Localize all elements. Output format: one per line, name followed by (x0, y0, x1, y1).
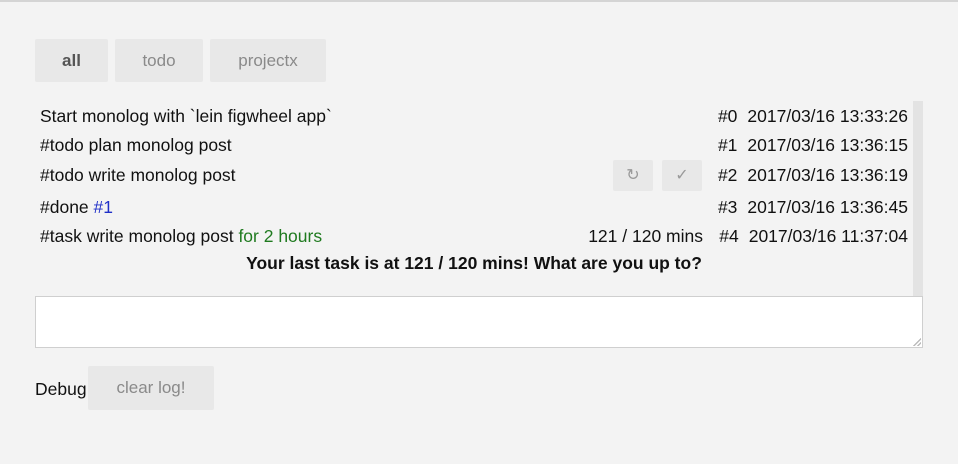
log-row: #todo plan monolog post #1 2017/03/16 13:… (40, 131, 908, 159)
log-row-index: #0 (717, 106, 738, 126)
task-warning: Your last task is at 121 / 120 mins! Wha… (246, 253, 702, 273)
entry-link[interactable]: #1 (94, 197, 113, 217)
log-row-meta: #4 2017/03/16 11:37:04 (719, 222, 908, 250)
debug-label: Debug (35, 379, 87, 399)
log-list: Start monolog with `lein figwheel app` #… (35, 101, 923, 297)
log-row: #todo write monolog post ↻ ✓ #2 2017/03/1… (40, 160, 908, 191)
log-row-timestamp: 2017/03/16 13:36:45 (747, 197, 908, 217)
log-row-text-prefix: #task write monolog post (40, 226, 239, 246)
log-row: #done #1 #3 2017/03/16 13:36:45 (40, 193, 908, 221)
log-row-meta: #2 2017/03/16 13:36:19 (718, 161, 908, 189)
log-row-meta: #3 2017/03/16 13:36:45 (718, 193, 908, 221)
log-row-timestamp: 2017/03/16 13:36:15 (747, 135, 908, 155)
log-scrollbar[interactable] (913, 101, 923, 297)
log-row-timestamp: 2017/03/16 11:37:04 (748, 226, 908, 246)
log-row-text: Start monolog with `lein figwheel app` (40, 106, 332, 126)
resize-handle-icon[interactable] (913, 338, 921, 346)
log-row-text: #task write monolog post for 2 hours (40, 222, 322, 250)
top-divider (0, 0, 958, 2)
check-icon[interactable]: ✓ (662, 160, 702, 191)
task-minutes: 121 / 120 mins (588, 226, 703, 246)
task-duration: for 2 hours (238, 226, 323, 246)
log-input[interactable] (35, 296, 923, 348)
clear-log-button[interactable]: clear log! (88, 366, 214, 410)
filter-tabs: all todo projectx (35, 39, 326, 82)
log-row: #task write monolog post for 2 hours 121… (40, 222, 908, 250)
log-row-timestamp: 2017/03/16 13:33:26 (747, 106, 908, 126)
log-row-index: #4 (719, 226, 739, 246)
tab-all[interactable]: all (35, 39, 108, 82)
log-row-index: #3 (717, 197, 738, 217)
redo-icon[interactable]: ↻ (613, 160, 653, 191)
log-row-timestamp: 2017/03/16 13:36:19 (747, 165, 908, 185)
tab-todo[interactable]: todo (115, 39, 203, 82)
log-row-meta: #0 2017/03/16 13:33:26 (718, 102, 908, 130)
log-row-index: #1 (717, 135, 738, 155)
log-row-index: #2 (717, 165, 738, 185)
log-row-meta: #1 2017/03/16 13:36:15 (718, 131, 908, 159)
tab-projectx[interactable]: projectx (210, 39, 326, 82)
log-row-text: #done #1 (40, 193, 113, 221)
log-row: Start monolog with `lein figwheel app` #… (40, 102, 908, 130)
log-row-text: #todo plan monolog post (40, 135, 232, 155)
log-row-text: #todo write monolog post (40, 165, 236, 185)
log-row-text-prefix: #done (40, 197, 94, 217)
